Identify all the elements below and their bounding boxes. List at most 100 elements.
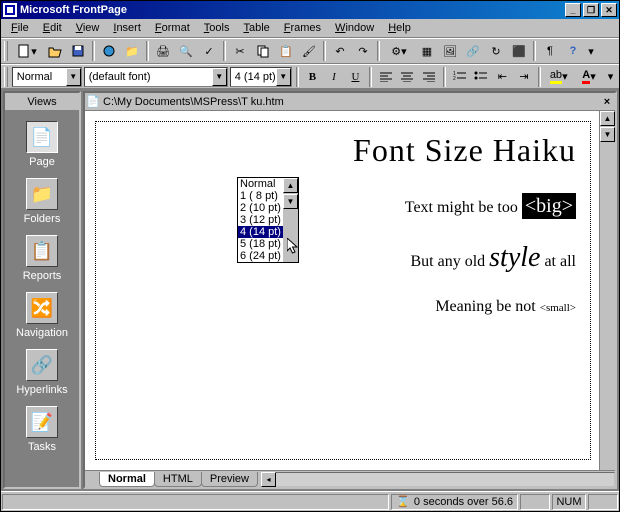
folders-icon: 📁 (26, 178, 58, 210)
doc-tab-preview[interactable]: Preview (201, 472, 258, 487)
menu-edit[interactable]: Edit (37, 21, 68, 35)
paste-button[interactable]: 📋 (275, 41, 297, 62)
dropdown-icon[interactable]: ▼ (276, 68, 291, 86)
dropdown-icon[interactable]: ▼ (212, 68, 227, 86)
document-line-1[interactable]: Text might be too <big> (110, 195, 576, 218)
outdent-button[interactable]: ⇤ (493, 66, 513, 87)
bold-button[interactable]: B (303, 66, 323, 87)
preview-button[interactable]: 🔍 (175, 41, 197, 62)
italic-button[interactable]: I (324, 66, 344, 87)
views-list: 📄Page 📁Folders 📋Reports 🔀Navigation 🔗Hyperli… (5, 111, 79, 487)
scroll-left-button[interactable]: ◂ (261, 472, 276, 487)
menu-file[interactable]: File (5, 21, 35, 35)
align-right-button[interactable] (419, 66, 439, 87)
horizontal-scrollbar[interactable]: ◂ (261, 472, 615, 487)
font-size-dropdown[interactable]: Normal1 ( 8 pt)2 (10 pt)3 (12 pt)4 (14 p… (237, 177, 299, 263)
status-time-text: 0 seconds over 56.6 (414, 496, 513, 508)
publish-button[interactable] (98, 41, 120, 62)
menu-insert[interactable]: Insert (107, 21, 147, 35)
statusbar: ⌛ 0 seconds over 56.6 NUM (1, 491, 619, 511)
font-color-button[interactable]: A▾ (575, 66, 603, 87)
navigation-icon: 🔀 (26, 292, 58, 324)
menu-table[interactable]: Table (237, 21, 275, 35)
redo-button[interactable]: ↷ (352, 41, 374, 62)
dropdown-scrollbar[interactable]: ▲ ▼ (283, 178, 298, 262)
close-button[interactable]: ✕ (601, 3, 617, 17)
document-area: 📄 C:\My Documents\MSPress\T ku.htm × Fon… (83, 91, 617, 489)
scroll-down-button[interactable]: ▼ (283, 194, 298, 209)
toolbar-options[interactable]: ▾ (585, 41, 597, 62)
open-button[interactable] (44, 41, 66, 62)
doc-tab-normal[interactable]: Normal (99, 472, 155, 487)
menu-tools[interactable]: Tools (198, 21, 236, 35)
menu-help[interactable]: Help (382, 21, 417, 35)
underline-button[interactable]: U (346, 66, 366, 87)
titlebar: Microsoft FrontPage _ ❐ ✕ (1, 1, 619, 19)
hourglass-icon: ⌛ (396, 495, 410, 508)
numbered-list-button[interactable]: 12 (450, 66, 470, 87)
save-button[interactable] (67, 41, 89, 62)
status-blank-2 (588, 494, 618, 510)
folder-button[interactable]: 📁 (121, 41, 143, 62)
cut-button[interactable]: ✂ (229, 41, 251, 62)
menu-frames[interactable]: Frames (278, 21, 327, 35)
align-center-button[interactable] (398, 66, 418, 87)
help-button[interactable]: ? (562, 41, 584, 62)
document-canvas[interactable]: Font Size Haiku Text might be too <big> … (85, 111, 615, 470)
app-window: Microsoft FrontPage _ ❐ ✕ FileEditViewIn… (0, 0, 620, 512)
view-item-navigation[interactable]: 🔀Navigation (12, 292, 72, 339)
view-item-page[interactable]: 📄Page (12, 121, 72, 168)
maximize-button[interactable]: ❐ (583, 3, 599, 17)
style-combo[interactable]: Normal ▼ (12, 67, 82, 87)
document-close-button[interactable]: × (599, 96, 615, 108)
hyperlink-button[interactable]: 🔗 (462, 41, 484, 62)
body-area: Views 📄Page 📁Folders 📋Reports 🔀Navigation 🔗H… (1, 89, 619, 491)
highlight-button[interactable]: ab▾ (545, 66, 573, 87)
menu-window[interactable]: Window (329, 21, 380, 35)
dropdown-icon[interactable]: ▼ (66, 68, 81, 86)
format-painter-button[interactable]: 🖌 (298, 41, 320, 62)
view-item-folders[interactable]: 📁Folders (12, 178, 72, 225)
views-pane: Views 📄Page 📁Folders 📋Reports 🔀Navigation 🔗H… (3, 91, 81, 489)
status-num: NUM (552, 494, 586, 510)
document-heading[interactable]: Font Size Haiku (110, 132, 576, 169)
page-body[interactable]: Font Size Haiku Text might be too <big> … (95, 121, 591, 460)
view-item-tasks[interactable]: 📝Tasks (12, 406, 72, 453)
document-path-bar: 📄 C:\My Documents\MSPress\T ku.htm × (85, 93, 615, 111)
undo-button[interactable]: ↶ (329, 41, 351, 62)
scroll-down-button[interactable]: ▼ (600, 127, 615, 142)
minimize-button[interactable]: _ (565, 3, 581, 17)
scroll-up-button[interactable]: ▲ (600, 111, 615, 126)
table-button[interactable]: ▦ (416, 41, 438, 62)
indent-button[interactable]: ⇥ (514, 66, 534, 87)
views-title: Views (5, 93, 79, 111)
scroll-up-button[interactable]: ▲ (283, 178, 298, 193)
format-toolbar: Normal ▼ (default font) ▼ 4 (14 pt) ▼ B … (1, 64, 619, 89)
status-message (2, 494, 389, 510)
stop-button[interactable]: ⬛ (508, 41, 530, 62)
menu-format[interactable]: Format (149, 21, 196, 35)
doc-tab-html[interactable]: HTML (154, 472, 202, 487)
image-button[interactable]: 🖼 (439, 41, 461, 62)
size-combo[interactable]: 4 (14 pt) ▼ (230, 67, 292, 87)
vertical-scrollbar[interactable]: ▲ ▼ (599, 111, 615, 470)
toolbar-options-2[interactable]: ▾ (605, 66, 616, 87)
align-left-button[interactable] (376, 66, 396, 87)
font-combo[interactable]: (default font) ▼ (84, 67, 228, 87)
bullet-list-button[interactable] (471, 66, 491, 87)
view-item-hyperlinks[interactable]: 🔗Hyperlinks (12, 349, 72, 396)
copy-button[interactable] (252, 41, 274, 62)
page-icon: 📄 (26, 121, 58, 153)
spellcheck-button[interactable]: ✓ (198, 41, 220, 62)
document-line-2[interactable]: But any old style at all (110, 242, 576, 274)
print-button[interactable]: 🖨 (152, 41, 174, 62)
show-all-button[interactable]: ¶ (539, 41, 561, 62)
refresh-button[interactable]: ↻ (485, 41, 507, 62)
component-button[interactable]: ⚙▾ (383, 41, 415, 62)
view-item-reports[interactable]: 📋Reports (12, 235, 72, 282)
status-blank-1 (520, 494, 550, 510)
menu-view[interactable]: View (70, 21, 106, 35)
document-line-3[interactable]: Meaning be not <small> (110, 298, 576, 316)
new-button[interactable]: ▾ (11, 41, 43, 62)
standard-toolbar: ▾ 📁 🖨 🔍 ✓ ✂ 📋 🖌 ↶ ↷ ⚙▾ ▦ 🖼 🔗 ↻ ⬛ ¶ ? ▾ (1, 38, 619, 64)
